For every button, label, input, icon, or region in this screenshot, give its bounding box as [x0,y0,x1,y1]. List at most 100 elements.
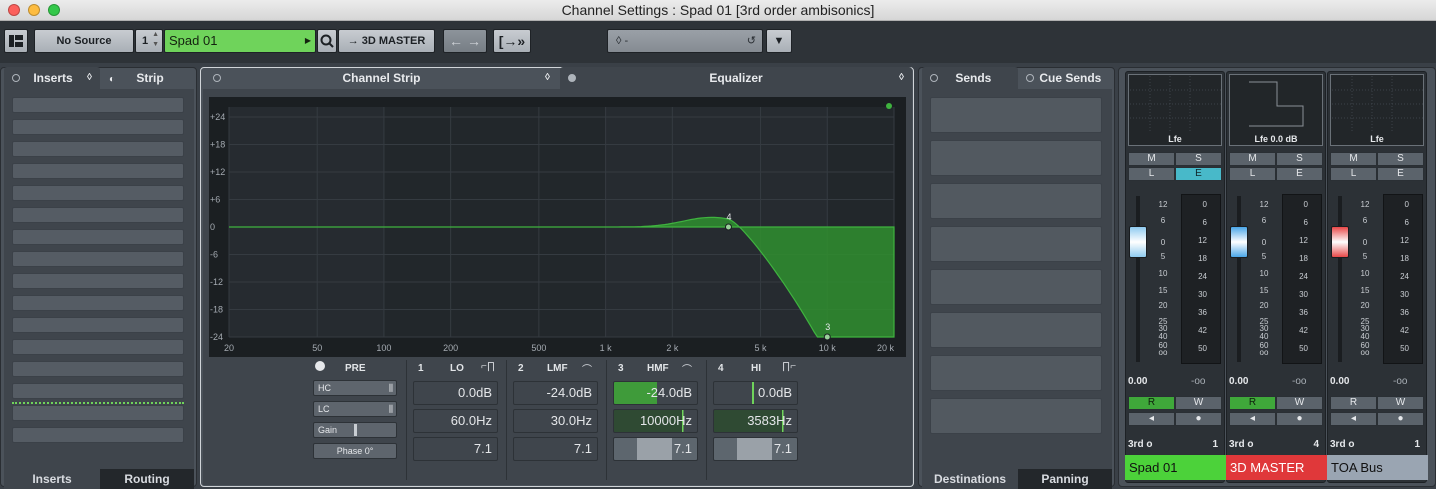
mute-button[interactable]: M [1229,152,1276,166]
listen-button[interactable]: L [1128,167,1175,181]
read-automation-button[interactable]: R [1330,396,1377,410]
minimize-window-button[interactable] [28,4,40,16]
channel-name-plate[interactable]: TOA Bus [1327,455,1428,480]
insert-slot-4[interactable] [12,163,184,179]
insert-slot-15[interactable] [12,405,184,421]
band-3-gain-field[interactable]: -24.0dB [613,381,698,405]
monitor-button[interactable]: ● [1276,412,1323,426]
highcut-control[interactable]: HC ⫼ [313,380,397,396]
insert-slot-9[interactable] [12,273,184,289]
layout-toggle-button[interactable] [4,29,28,53]
channel-name-plate[interactable]: 3D MASTER [1226,455,1327,480]
fader-track[interactable] [1237,196,1241,362]
arrow-right-nav-icon[interactable]: → [467,33,481,49]
channel-name-plate[interactable]: Spad 01 [1125,455,1226,480]
output-routing-button[interactable]: → 3D MASTER [338,29,435,53]
bottom-tab-destinations[interactable]: Destinations [922,469,1018,489]
mute-button[interactable]: M [1128,152,1175,166]
arrow-left-icon[interactable]: ← [449,33,463,49]
band-4-gain-field[interactable]: 0.0dB [713,381,798,405]
insert-slot-7[interactable] [12,229,184,245]
reset-icon[interactable]: ↺ [747,30,756,52]
input-source-selector[interactable]: No Source [34,29,134,53]
volume-fader-handle[interactable] [1331,226,1349,258]
insert-slot-1[interactable] [12,97,184,113]
mute-button[interactable]: M [1330,152,1377,166]
gain-slider-handle[interactable] [354,424,357,436]
speaker-button[interactable]: ◂ [1128,412,1175,426]
band-3-freq-field[interactable]: 10000Hz [613,409,698,433]
solo-button[interactable]: S [1175,152,1222,166]
insert-slot-13[interactable] [12,361,184,377]
tab-inserts[interactable]: Inserts ◊ [4,67,100,89]
channel-number-stepper[interactable]: 1 ▲ ▼ [135,29,163,53]
send-slot-2[interactable] [930,140,1102,176]
band-4-freq-field[interactable]: 3583Hz [713,409,798,433]
speaker-button[interactable]: ◂ [1229,412,1276,426]
send-slot-7[interactable] [930,355,1102,391]
band-3-q-field[interactable]: 7.1 [613,437,698,461]
eq-on-indicator-icon[interactable] [886,103,892,109]
write-automation-button[interactable]: W [1377,396,1424,410]
band-1-freq-field[interactable]: 60.0Hz [413,409,498,433]
preset-menu-button[interactable]: ▼ [766,29,792,53]
band-2-gain-field[interactable]: -24.0dB [513,381,598,405]
listen-button[interactable]: L [1229,167,1276,181]
edit-button[interactable]: E [1377,167,1424,181]
band-4-q-field[interactable]: 7.1 [713,437,798,461]
insert-slot-16[interactable] [12,427,184,443]
monitor-button[interactable]: ● [1377,412,1424,426]
eq-curve-display[interactable]: 20 50 100 200 500 1 k 2 k 5 k 10 k 20 k +24 +18 +12 +… [209,97,906,357]
close-window-button[interactable] [8,4,20,16]
insert-slot-10[interactable] [12,295,184,311]
insert-slot-14[interactable] [12,383,184,399]
tab-channel-strip[interactable]: Channel Strip ◊ [205,67,558,89]
eq-band-node[interactable] [724,223,732,231]
peak-readout[interactable]: -oo [1292,376,1306,387]
band-1-q-field[interactable]: 7.1 [413,437,498,461]
gain-slider[interactable]: Gain [313,422,397,438]
read-automation-button[interactable]: R [1229,396,1276,410]
preset-selector[interactable]: ◊ - ↺ [607,29,763,53]
channel-name-field[interactable]: Spad 01 ▶ [164,29,316,53]
panner-scope[interactable]: Lfe [1330,74,1424,146]
band-1-filter-type-icon[interactable]: ⌐∏ [481,361,495,372]
tab-sends[interactable]: Sends [922,67,1018,89]
peak-readout[interactable]: -oo [1393,376,1407,387]
insert-slot-3[interactable] [12,141,184,157]
insert-slot-12[interactable] [12,339,184,355]
write-automation-button[interactable]: W [1276,396,1323,410]
send-slot-5[interactable] [930,269,1102,305]
speaker-button[interactable]: ◂ [1330,412,1377,426]
zoom-window-button[interactable] [48,4,60,16]
volume-fader-handle[interactable] [1129,226,1147,258]
panner-scope[interactable]: Lfe [1128,74,1222,146]
pre-toggle-button[interactable] [315,361,325,371]
insert-slot-2[interactable] [12,119,184,135]
volume-readout[interactable]: 0.00 [1330,376,1349,387]
search-button[interactable] [317,29,337,53]
send-slot-8[interactable] [930,398,1102,434]
monitor-button[interactable]: ● [1175,412,1222,426]
insert-slot-8[interactable] [12,251,184,267]
bottom-tab-routing[interactable]: Routing [100,469,194,489]
read-automation-button[interactable]: R [1128,396,1175,410]
send-slot-1[interactable] [930,97,1102,133]
listen-button[interactable]: L [1330,167,1377,181]
lowcut-control[interactable]: LC ⫼ [313,401,397,417]
tab-equalizer[interactable]: Equalizer ◊ [560,67,912,89]
eq-band-node[interactable] [823,333,831,341]
previous-next-channel[interactable]: ← → [443,29,487,53]
band-4-filter-type-icon[interactable]: ∏⌐ [782,361,796,372]
send-slot-4[interactable] [930,226,1102,262]
fader-track[interactable] [1136,196,1140,362]
panner-scope[interactable]: Lfe 0.0 dB [1229,74,1323,146]
tab-cue-sends[interactable]: Cue Sends [1022,67,1114,89]
volume-readout[interactable]: 0.00 [1229,376,1248,387]
edit-button[interactable]: E [1276,167,1323,181]
band-2-freq-field[interactable]: 30.0Hz [513,409,598,433]
band-3-filter-type-icon[interactable]: ⌒ [682,361,692,376]
solo-button[interactable]: S [1377,152,1424,166]
band-1-gain-field[interactable]: 0.0dB [413,381,498,405]
fader-track[interactable] [1338,196,1342,362]
